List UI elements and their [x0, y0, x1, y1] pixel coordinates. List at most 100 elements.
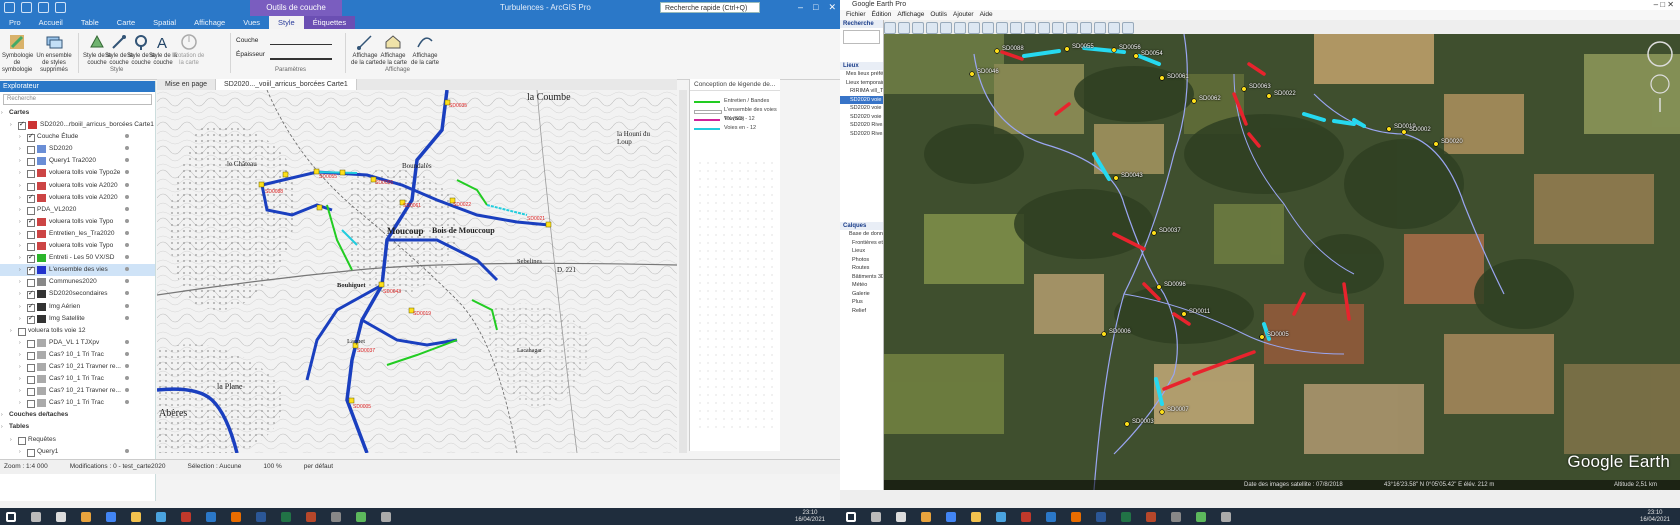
placemark-label[interactable]: SD0062 — [1199, 96, 1221, 102]
layer-tools-icon[interactable] — [125, 400, 149, 407]
expand-caret-icon[interactable]: › — [10, 325, 12, 337]
expand-caret-icon[interactable]: › — [19, 167, 21, 179]
taskbar-app-icon[interactable] — [1121, 512, 1131, 522]
taskbar-app-icon[interactable] — [921, 512, 931, 522]
undo-icon[interactable] — [21, 2, 32, 13]
layer-tools-icon[interactable] — [125, 146, 149, 153]
placemark-label[interactable]: SD0056 — [1119, 45, 1141, 51]
layer-item[interactable]: Photos — [840, 256, 883, 265]
taskbar-app-icon[interactable] — [181, 512, 191, 522]
placemark-label[interactable]: SD0096 — [1164, 282, 1186, 288]
layer-visibility-checkbox[interactable] — [27, 230, 35, 239]
layer-item[interactable]: Météo — [840, 281, 883, 290]
layer-tools-icon[interactable] — [125, 206, 149, 213]
expand-caret-icon[interactable]: › — [19, 337, 21, 349]
place-item[interactable]: Lieux temporaires — [840, 79, 883, 88]
taskbar-app-icon[interactable] — [1196, 512, 1206, 522]
expand-caret-icon[interactable]: › — [19, 252, 21, 264]
layer-row[interactable]: › Communes2020 — [0, 276, 155, 288]
taskbar-app-icon[interactable] — [1171, 512, 1181, 522]
layer-item[interactable]: Routes — [840, 264, 883, 273]
placemark-label[interactable]: SD0003 — [1132, 419, 1154, 425]
layer-row[interactable]: › Cas? 10_1 Tri Trac — [0, 349, 155, 361]
expand-caret-icon[interactable]: › — [19, 276, 21, 288]
expand-caret-icon[interactable]: › — [10, 434, 12, 446]
rotation-button[interactable]: Rotation de la carte — [172, 31, 206, 67]
search-panel-header[interactable]: Recherche — [840, 20, 883, 28]
layer-visibility-checkbox[interactable] — [27, 388, 35, 397]
placemark-label[interactable]: SD0063 — [1249, 84, 1271, 90]
ge-tool-icon[interactable] — [1038, 22, 1050, 34]
ge-tool-icon[interactable] — [912, 22, 924, 34]
expand-caret-icon[interactable]: › — [19, 228, 21, 240]
layer-row[interactable]: › Cartes — [0, 107, 155, 119]
thickness-field[interactable] — [270, 51, 332, 60]
layers-panel-header[interactable]: Calques — [840, 222, 883, 230]
placemark-label[interactable]: SD0046 — [977, 69, 999, 75]
layer-tools-icon[interactable] — [125, 279, 149, 286]
layer-tools-icon[interactable] — [125, 376, 149, 383]
place-item[interactable]: SD2020 voie M8... — [840, 95, 883, 104]
taskbar-app-icon[interactable] — [231, 512, 241, 522]
ge-tool-icon[interactable] — [1024, 22, 1036, 34]
clock[interactable]: 23:10 16/04/2021 — [1635, 510, 1675, 523]
taskbar-app-icon[interactable] — [996, 512, 1006, 522]
expand-caret-icon[interactable]: › — [1, 421, 3, 433]
taskbar-app-icon[interactable] — [846, 512, 856, 522]
layer-row[interactable]: › voluera tolls voie 12 — [0, 325, 155, 337]
layer-visibility-checkbox[interactable] — [18, 119, 26, 131]
close-button[interactable]: ✕ — [828, 2, 836, 13]
layer-row[interactable]: › SD2020 — [0, 143, 155, 155]
layer-visibility-checkbox[interactable] — [27, 158, 35, 167]
layer-visibility-checkbox[interactable] — [27, 192, 35, 204]
ge-tool-icon[interactable] — [1122, 22, 1134, 34]
taskbar-app-icon[interactable] — [6, 512, 16, 522]
expand-caret-icon[interactable]: › — [19, 313, 21, 325]
ge-menu-item[interactable]: Outils — [930, 10, 947, 20]
ribbon-tab[interactable]: Étiquettes — [303, 16, 356, 29]
layer-tools-icon[interactable] — [125, 351, 149, 358]
layer-row[interactable]: › PDA_VL2020 — [0, 204, 155, 216]
layer-tools-icon[interactable] — [125, 218, 149, 225]
expand-caret-icon[interactable]: › — [19, 373, 21, 385]
layer-row[interactable]: › Couches de/taches — [0, 409, 155, 421]
place-item[interactable]: SD2020 Rive... — [840, 121, 883, 130]
ge-tool-icon[interactable] — [968, 22, 980, 34]
layer-row[interactable]: › Cas? 10_21 Travner re... — [0, 361, 155, 373]
layer-visibility-checkbox[interactable] — [27, 264, 35, 276]
taskbar-app-icon[interactable] — [356, 512, 366, 522]
layer-item[interactable]: Base de données princip... — [840, 230, 883, 239]
expand-caret-icon[interactable]: › — [19, 349, 21, 361]
layer-tools-icon[interactable] — [125, 339, 149, 346]
taskbar-app-icon[interactable] — [1096, 512, 1106, 522]
layer-visibility-checkbox[interactable] — [27, 288, 35, 300]
layer-tools-icon[interactable] — [125, 267, 149, 274]
clock[interactable]: 23:10 16/04/2021 — [790, 510, 830, 523]
layer-row[interactable]: › SD2020...rboiil_arricus_borcées Carte1 — [0, 119, 155, 131]
layer-visibility-checkbox[interactable] — [27, 400, 35, 409]
taskbar-app-icon[interactable] — [1071, 512, 1081, 522]
layer-row[interactable]: › Cas? 10_1 Tri Trac — [0, 397, 155, 409]
ge-tool-icon[interactable] — [1010, 22, 1022, 34]
ribbon-tab[interactable]: Vues — [234, 16, 269, 29]
layer-tools-icon[interactable] — [125, 243, 149, 250]
layer-tools-icon[interactable] — [125, 303, 149, 310]
ge-tool-icon[interactable] — [898, 22, 910, 34]
layer-visibility-checkbox[interactable] — [27, 170, 35, 179]
layer-visibility-checkbox[interactable] — [27, 376, 35, 385]
ge-tool-icon[interactable] — [982, 22, 994, 34]
layer-visibility-checkbox[interactable] — [27, 313, 35, 325]
layer-row[interactable]: › Entreti - Les 50 VX/SD — [0, 252, 155, 264]
layer-visibility-checkbox[interactable] — [27, 182, 35, 191]
layer-row[interactable]: › Tables — [0, 421, 155, 433]
taskbar-app-icon[interactable] — [871, 512, 881, 522]
taskbar-app-icon[interactable] — [106, 512, 116, 522]
ge-tool-icon[interactable] — [926, 22, 938, 34]
layer-visibility-checkbox[interactable] — [27, 448, 35, 457]
layer-row[interactable]: › Cas? 10_1 Tri Trac — [0, 373, 155, 385]
ge-tool-icon[interactable] — [954, 22, 966, 34]
expand-caret-icon[interactable]: › — [1, 409, 3, 421]
placemark-label[interactable]: SD0020 — [1441, 139, 1463, 145]
place-item[interactable]: SD2020 voie M8... — [840, 113, 883, 122]
taskbar-app-icon[interactable] — [131, 512, 141, 522]
